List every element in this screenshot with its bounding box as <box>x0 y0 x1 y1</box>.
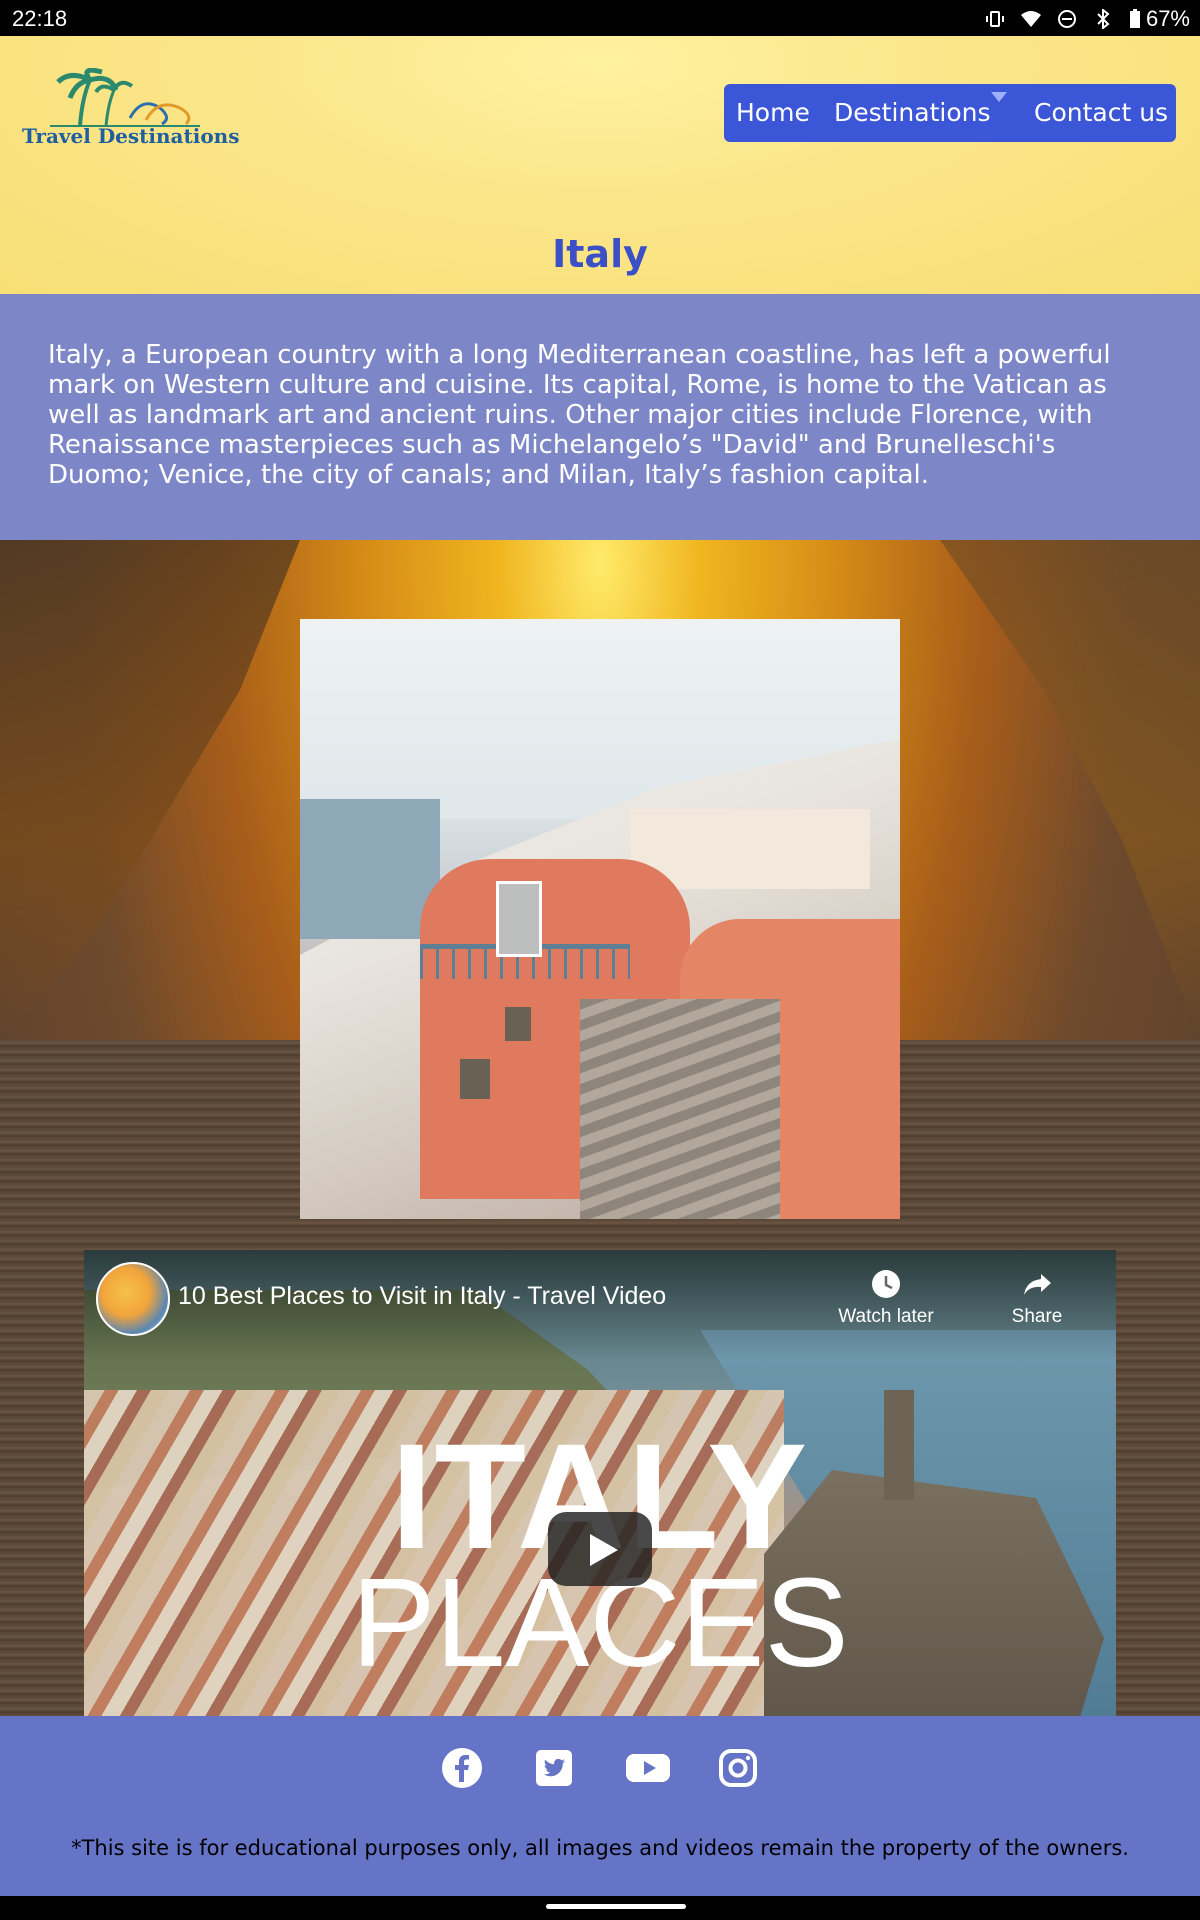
photo-window <box>505 1007 531 1041</box>
palm-tree-logo-icon <box>50 68 200 127</box>
share-label: Share <box>1011 1306 1063 1327</box>
site-header: Travel Destinations Home Destinations Co… <box>0 36 1200 294</box>
site-footer: *This site is for educational purposes o… <box>0 1716 1200 1896</box>
intro-text: Italy, a European country with a long Me… <box>48 340 1111 490</box>
youtube-icon[interactable] <box>626 1748 670 1788</box>
channel-avatar[interactable] <box>96 1262 170 1336</box>
main-nav: Home Destinations Contact us <box>724 84 1176 142</box>
photo-sea <box>300 799 440 939</box>
facebook-icon[interactable] <box>442 1748 482 1788</box>
italy-village-photo <box>300 619 900 1219</box>
share-button[interactable]: Share <box>1002 1268 1072 1328</box>
intro-section: Italy, a European country with a long Me… <box>0 294 1200 540</box>
photo-stairs <box>580 999 780 1219</box>
nav-destinations[interactable]: Destinations <box>834 98 990 127</box>
chevron-down-icon[interactable] <box>991 92 1007 102</box>
page-title: Italy <box>552 232 648 276</box>
logo-text: Travel Destinations <box>22 124 240 148</box>
watch-later-label: Watch later <box>838 1306 934 1327</box>
status-icons: 67% <box>984 6 1190 32</box>
photo-window <box>460 1059 490 1099</box>
system-nav-bar <box>0 1896 1200 1920</box>
twitter-icon[interactable] <box>534 1748 574 1788</box>
clock-icon <box>872 1270 900 1298</box>
video-title[interactable]: 10 Best Places to Visit in Italy - Trave… <box>178 1282 666 1311</box>
play-button[interactable] <box>548 1512 652 1586</box>
share-arrow-icon <box>1024 1274 1051 1295</box>
bluetooth-icon <box>1097 9 1110 29</box>
status-bar: 22:18 67% <box>0 0 1200 36</box>
nav-contact-us[interactable]: Contact us <box>1034 98 1168 127</box>
page: Travel Destinations Home Destinations Co… <box>0 36 1200 1896</box>
instagram-icon[interactable] <box>718 1748 758 1788</box>
nav-home[interactable]: Home <box>736 98 810 127</box>
mountain-left <box>0 540 300 1040</box>
video-embed[interactable]: 10 Best Places to Visit in Italy - Trave… <box>84 1250 1116 1750</box>
watch-later-button[interactable]: Watch later <box>836 1268 936 1328</box>
mountain-right <box>940 540 1200 1040</box>
home-gesture-handle[interactable] <box>546 1904 686 1909</box>
battery-icon <box>1129 9 1140 28</box>
footer-disclaimer: *This site is for educational purposes o… <box>71 1836 1129 1860</box>
wifi-icon <box>1020 11 1041 27</box>
battery-status: 67% <box>1128 6 1190 32</box>
status-time: 22:18 <box>12 6 68 31</box>
do-not-disturb-icon <box>1057 10 1076 28</box>
site-logo[interactable]: Travel Destinations <box>22 68 242 152</box>
vibrate-icon <box>985 11 1004 27</box>
battery-percent: 67% <box>1145 6 1190 31</box>
photo-door <box>496 881 542 957</box>
social-links <box>0 1748 1200 1788</box>
